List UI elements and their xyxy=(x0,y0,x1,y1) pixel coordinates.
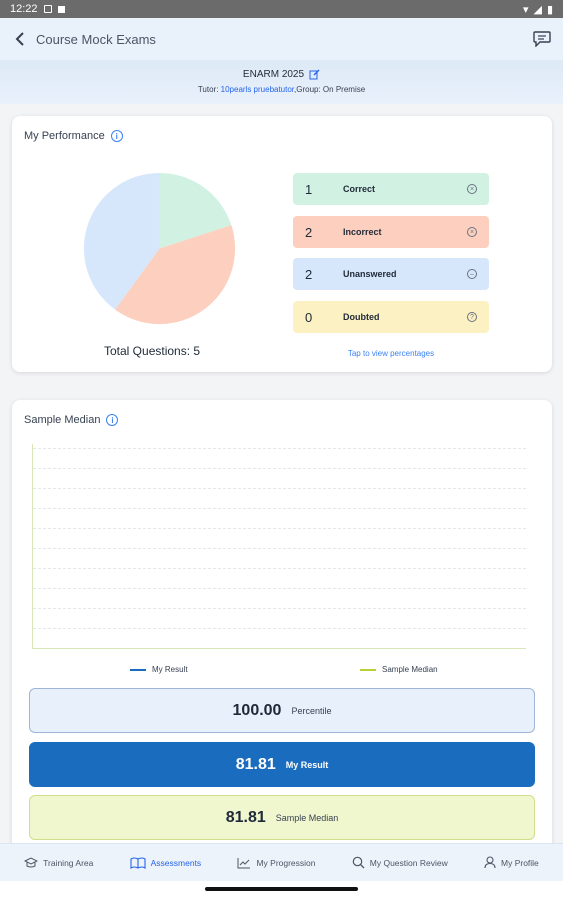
performance-pie-chart[interactable] xyxy=(82,171,237,326)
stat-incorrect[interactable]: 2 Incorrect × xyxy=(293,216,489,248)
chart-gridline xyxy=(33,468,526,469)
nav-my-progression-label: My Progression xyxy=(256,857,316,868)
sample-median-value: 81.81 xyxy=(225,808,266,826)
stat-incorrect-label: Incorrect xyxy=(343,227,382,237)
stat-correct-count: 1 xyxy=(305,181,313,197)
tutor-prefix: Tutor: xyxy=(197,85,221,94)
nav-my-question-review[interactable]: My Question Review xyxy=(352,856,448,869)
legend-sample-median: Sample Median xyxy=(360,665,438,674)
exam-name: ENARM 2025 xyxy=(242,69,305,80)
sample-median-card: Sample Median i My Result Sample Median … xyxy=(12,400,552,860)
chart-line-icon xyxy=(237,857,251,868)
chart-gridline xyxy=(33,608,526,609)
user-icon xyxy=(484,856,496,869)
nav-my-progression[interactable]: My Progression xyxy=(237,857,316,869)
median-title: Sample Median i xyxy=(24,414,119,426)
exam-banner: ENARM 2025 Tutor: 10pearls pruebatutor,G… xyxy=(0,60,563,104)
graduation-cap-icon xyxy=(24,856,39,867)
stat-doubted-count: 0 xyxy=(305,309,313,325)
wifi-icon: ▾ xyxy=(522,3,529,16)
sample-median-box: 81.81 Sample Median xyxy=(29,795,535,840)
feedback-button[interactable] xyxy=(531,28,553,50)
chart-gridline xyxy=(33,508,526,509)
chevron-left-icon xyxy=(15,32,24,46)
back-button[interactable] xyxy=(10,29,30,49)
home-gesture-pill[interactable] xyxy=(205,887,358,891)
legend-sample-median-label: Sample Median xyxy=(382,665,438,674)
legend-swatch-my-result xyxy=(130,668,146,671)
chart-gridline xyxy=(33,488,526,489)
nav-training-area-label: Training Area xyxy=(43,857,94,868)
minus-circle-icon: – xyxy=(467,269,477,279)
chart-gridline xyxy=(33,628,526,629)
signal-icon: ◢ xyxy=(533,3,542,16)
performance-card: My Performance i Total Questions: 5 1 Co… xyxy=(12,116,552,372)
chart-gridline xyxy=(33,448,526,449)
book-icon xyxy=(130,856,146,869)
nav-assessments-label: Assessments xyxy=(150,857,202,868)
x-circle-icon: × xyxy=(467,227,477,237)
stat-unanswered-count: 2 xyxy=(305,266,313,282)
chart-gridline xyxy=(33,528,526,529)
total-questions-value: 5 xyxy=(193,344,201,358)
exam-meta: Tutor: 10pearls pruebatutor,Group: On Pr… xyxy=(0,85,563,94)
shield-icon xyxy=(43,5,52,13)
total-questions: Total Questions: 5 xyxy=(104,344,200,358)
tutor-name[interactable]: 10pearls pruebatutor xyxy=(221,85,294,94)
stat-doubted-label: Doubted xyxy=(343,312,380,322)
legend-my-result-label: My Result xyxy=(152,665,188,674)
percentile-value: 100.00 xyxy=(232,701,282,719)
nav-my-profile[interactable]: My Profile xyxy=(484,856,539,869)
stat-unanswered-label: Unanswered xyxy=(343,269,397,279)
group-text: ,Group: On Premise xyxy=(294,85,366,94)
info-icon[interactable]: i xyxy=(110,130,123,142)
percentile-box: 100.00 Percentile xyxy=(29,688,535,733)
x-circle-icon: × xyxy=(467,184,477,194)
nav-training-area[interactable]: Training Area xyxy=(24,856,94,869)
stat-correct[interactable]: 1 Correct × xyxy=(293,173,489,205)
nav-assessments[interactable]: Assessments xyxy=(130,856,202,869)
system-gesture-bar xyxy=(0,881,563,900)
sample-median-label: Sample Median xyxy=(275,812,339,823)
my-result-label: My Result xyxy=(285,759,329,770)
question-circle-icon: ? xyxy=(467,312,477,322)
stat-correct-label: Correct xyxy=(343,184,376,194)
median-title-text: Sample Median xyxy=(24,414,101,426)
status-bar: 12:22 ▾ ◢ ▮ xyxy=(0,0,563,18)
chart-gridline xyxy=(33,568,526,569)
median-chart-area xyxy=(32,444,526,649)
status-time: 12:22 xyxy=(10,3,38,15)
page-title: Course Mock Exams xyxy=(36,31,156,47)
performance-title-text: My Performance xyxy=(24,130,105,142)
my-result-value: 81.81 xyxy=(235,755,276,773)
stat-incorrect-count: 2 xyxy=(305,224,313,240)
stat-doubted[interactable]: 0 Doubted ? xyxy=(293,301,489,333)
notification-icon xyxy=(57,5,65,13)
battery-icon: ▮ xyxy=(546,3,553,16)
nav-my-profile-label: My Profile xyxy=(501,857,539,868)
legend-swatch-sample-median xyxy=(360,668,376,671)
my-result-box: 81.81 My Result xyxy=(29,742,535,787)
chart-gridline xyxy=(33,548,526,549)
nav-my-question-review-label: My Question Review xyxy=(369,857,448,868)
performance-title: My Performance i xyxy=(24,130,123,142)
info-icon[interactable]: i xyxy=(106,414,119,426)
stat-unanswered[interactable]: 2 Unanswered – xyxy=(293,258,489,290)
tap-percentages-link[interactable]: Tap to view percentages xyxy=(293,349,489,358)
legend-my-result: My Result xyxy=(130,665,188,674)
bottom-navigation: Training Area Assessments My Progression… xyxy=(0,843,563,881)
search-icon xyxy=(352,856,365,869)
chart-gridline xyxy=(33,588,526,589)
percentile-label: Percentile xyxy=(291,705,332,716)
chat-bubble-icon xyxy=(533,31,551,47)
app-bar: Course Mock Exams xyxy=(0,18,563,60)
total-questions-label: Total Questions: xyxy=(104,344,191,358)
edit-icon[interactable] xyxy=(309,69,320,80)
